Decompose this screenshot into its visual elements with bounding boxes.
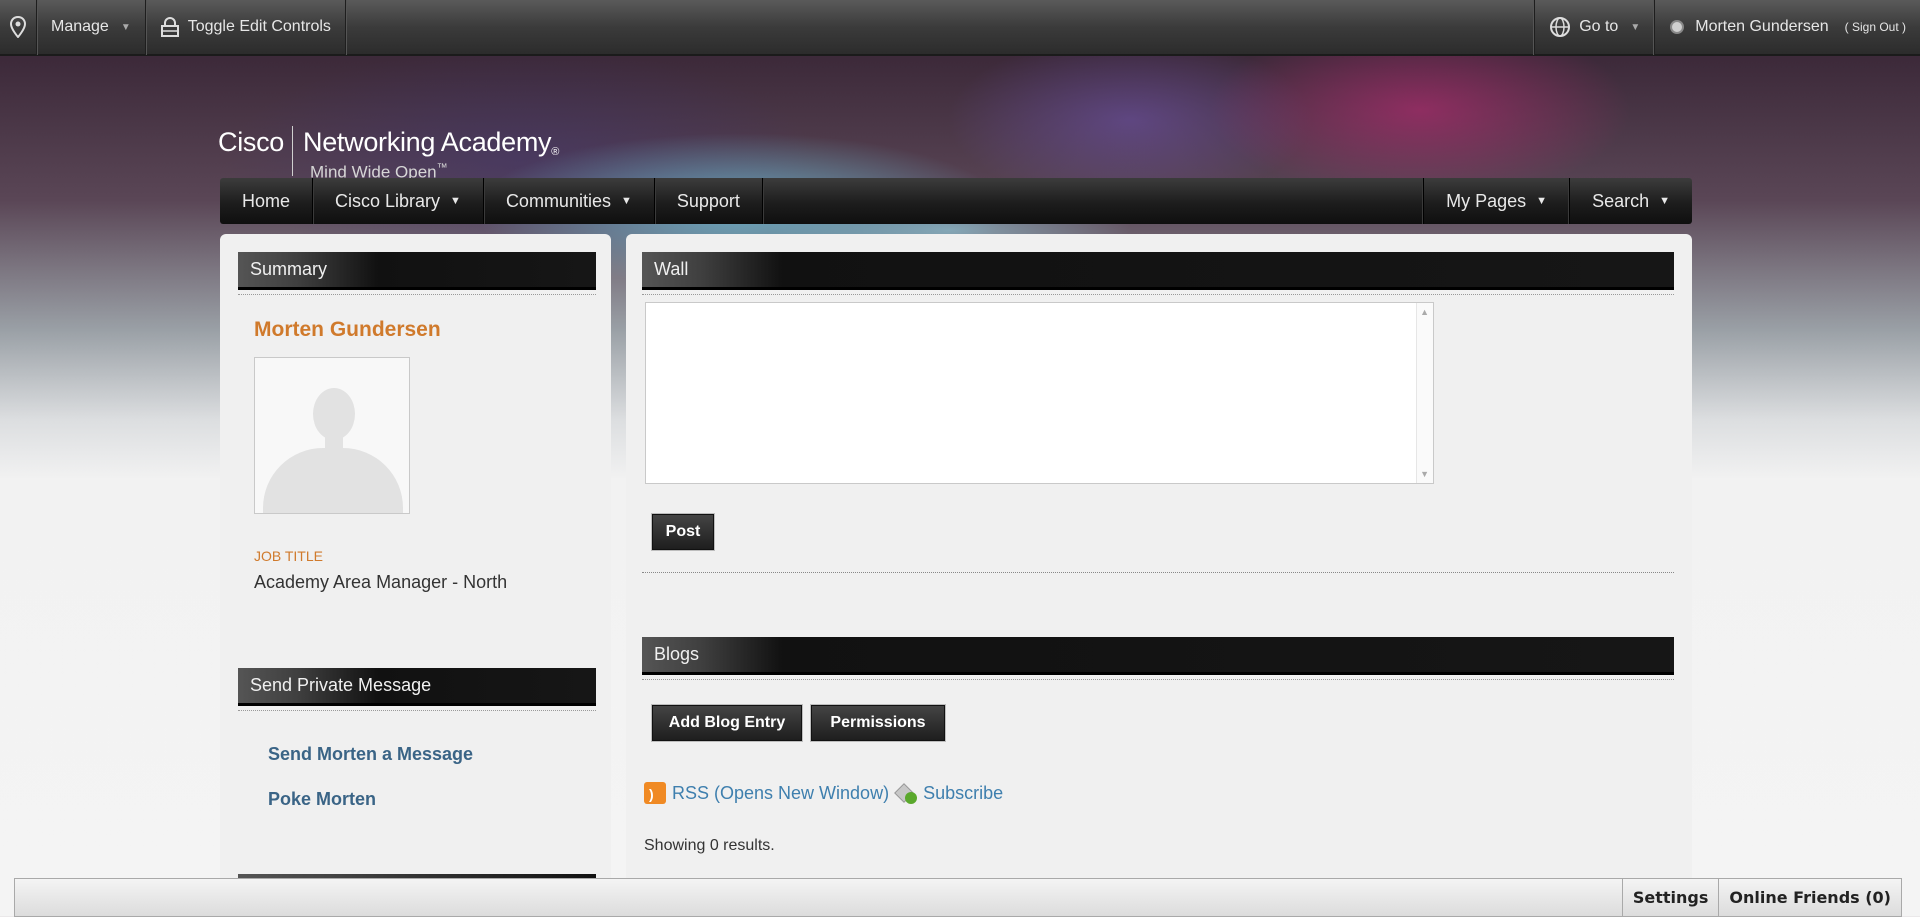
- user-status-icon: [1670, 20, 1685, 34]
- scroll-up-icon[interactable]: ▲: [1420, 307, 1429, 317]
- blogs-heading: Blogs: [642, 637, 1674, 680]
- logo-product: Networking Academy: [303, 127, 552, 157]
- results-count: Showing 0 results.: [644, 837, 775, 854]
- lock-icon: [160, 17, 179, 37]
- toggle-edit-controls-label: Toggle Edit Controls: [187, 18, 331, 35]
- subscribe-link[interactable]: Subscribe: [923, 783, 1003, 804]
- rss-link[interactable]: RSS (Opens New Window): [672, 783, 889, 804]
- caret-down-icon: ▼: [450, 195, 461, 207]
- summary-heading: Summary: [238, 252, 596, 295]
- cisco-logo[interactable]: Cisco Networking Academy ® Mind Wide Open…: [218, 108, 559, 183]
- nav-item-cisco-library[interactable]: Cisco Library ▼: [313, 178, 484, 224]
- goto-menu[interactable]: Go to ▼: [1534, 0, 1654, 55]
- settings-button[interactable]: Settings: [1621, 879, 1719, 916]
- rss-icon: ): [644, 782, 666, 804]
- wall-heading: Wall: [642, 252, 1674, 295]
- toggle-edit-controls-button[interactable]: Toggle Edit Controls: [146, 0, 346, 55]
- profile-name: Morten Gundersen: [254, 318, 441, 341]
- logo-brand: Cisco: [218, 127, 285, 157]
- wall-post-textarea[interactable]: ▲ ▼: [645, 302, 1434, 484]
- avatar: [254, 357, 410, 514]
- blog-feed-links: ) RSS (Opens New Window) Subscribe: [644, 782, 1003, 804]
- nav-item-support[interactable]: Support: [655, 178, 763, 224]
- chevron-down-icon: ▼: [1630, 21, 1641, 33]
- nav-item-search[interactable]: Search ▼: [1569, 178, 1692, 224]
- job-title-label: JOB TITLE: [254, 548, 323, 564]
- location-pin-button[interactable]: [0, 0, 37, 55]
- goto-label: Go to: [1579, 18, 1619, 35]
- nav-item-communities[interactable]: Communities ▼: [484, 178, 655, 224]
- admin-toolbar: Manage ▼ Toggle Edit Controls Go to ▼ Mo…: [0, 0, 1920, 56]
- user-menu[interactable]: Morten Gundersen ( Sign Out ): [1654, 0, 1920, 55]
- online-friends-button[interactable]: Online Friends (0): [1718, 879, 1901, 916]
- caret-down-icon: ▼: [1659, 195, 1670, 207]
- scroll-down-icon[interactable]: ▼: [1420, 469, 1429, 479]
- caret-down-icon: ▼: [1536, 195, 1548, 207]
- subscribe-icon: [894, 782, 918, 804]
- nav-item-my-pages[interactable]: My Pages ▼: [1423, 178, 1569, 224]
- manage-label: Manage: [51, 18, 109, 35]
- manage-menu[interactable]: Manage ▼: [37, 0, 146, 55]
- post-button[interactable]: Post: [652, 514, 714, 550]
- logo-divider: [292, 126, 294, 176]
- caret-down-icon: ▼: [620, 195, 632, 207]
- globe-icon: [1550, 17, 1571, 37]
- send-message-link[interactable]: Send Morten a Message: [268, 744, 473, 765]
- chevron-down-icon: ▼: [120, 21, 131, 33]
- nav-item-home[interactable]: Home: [220, 178, 314, 224]
- poke-link[interactable]: Poke Morten: [268, 789, 376, 810]
- job-title-value: Academy Area Manager - North: [254, 572, 508, 592]
- bottom-dock: Settings Online Friends (0): [14, 878, 1902, 917]
- private-message-heading: Send Private Message: [238, 668, 596, 711]
- user-name[interactable]: Morten Gundersen: [1695, 18, 1828, 36]
- wall-divider: [642, 572, 1674, 573]
- sign-out-link[interactable]: ( Sign Out ): [1845, 20, 1906, 34]
- main-navigation: Home Cisco Library ▼ Communities ▼ Support…: [220, 178, 1692, 224]
- permissions-button[interactable]: Permissions: [811, 705, 945, 741]
- add-blog-entry-button[interactable]: Add Blog Entry: [652, 705, 802, 741]
- map-pin-icon: [10, 16, 26, 38]
- textarea-scrollbar[interactable]: ▲ ▼: [1416, 303, 1433, 483]
